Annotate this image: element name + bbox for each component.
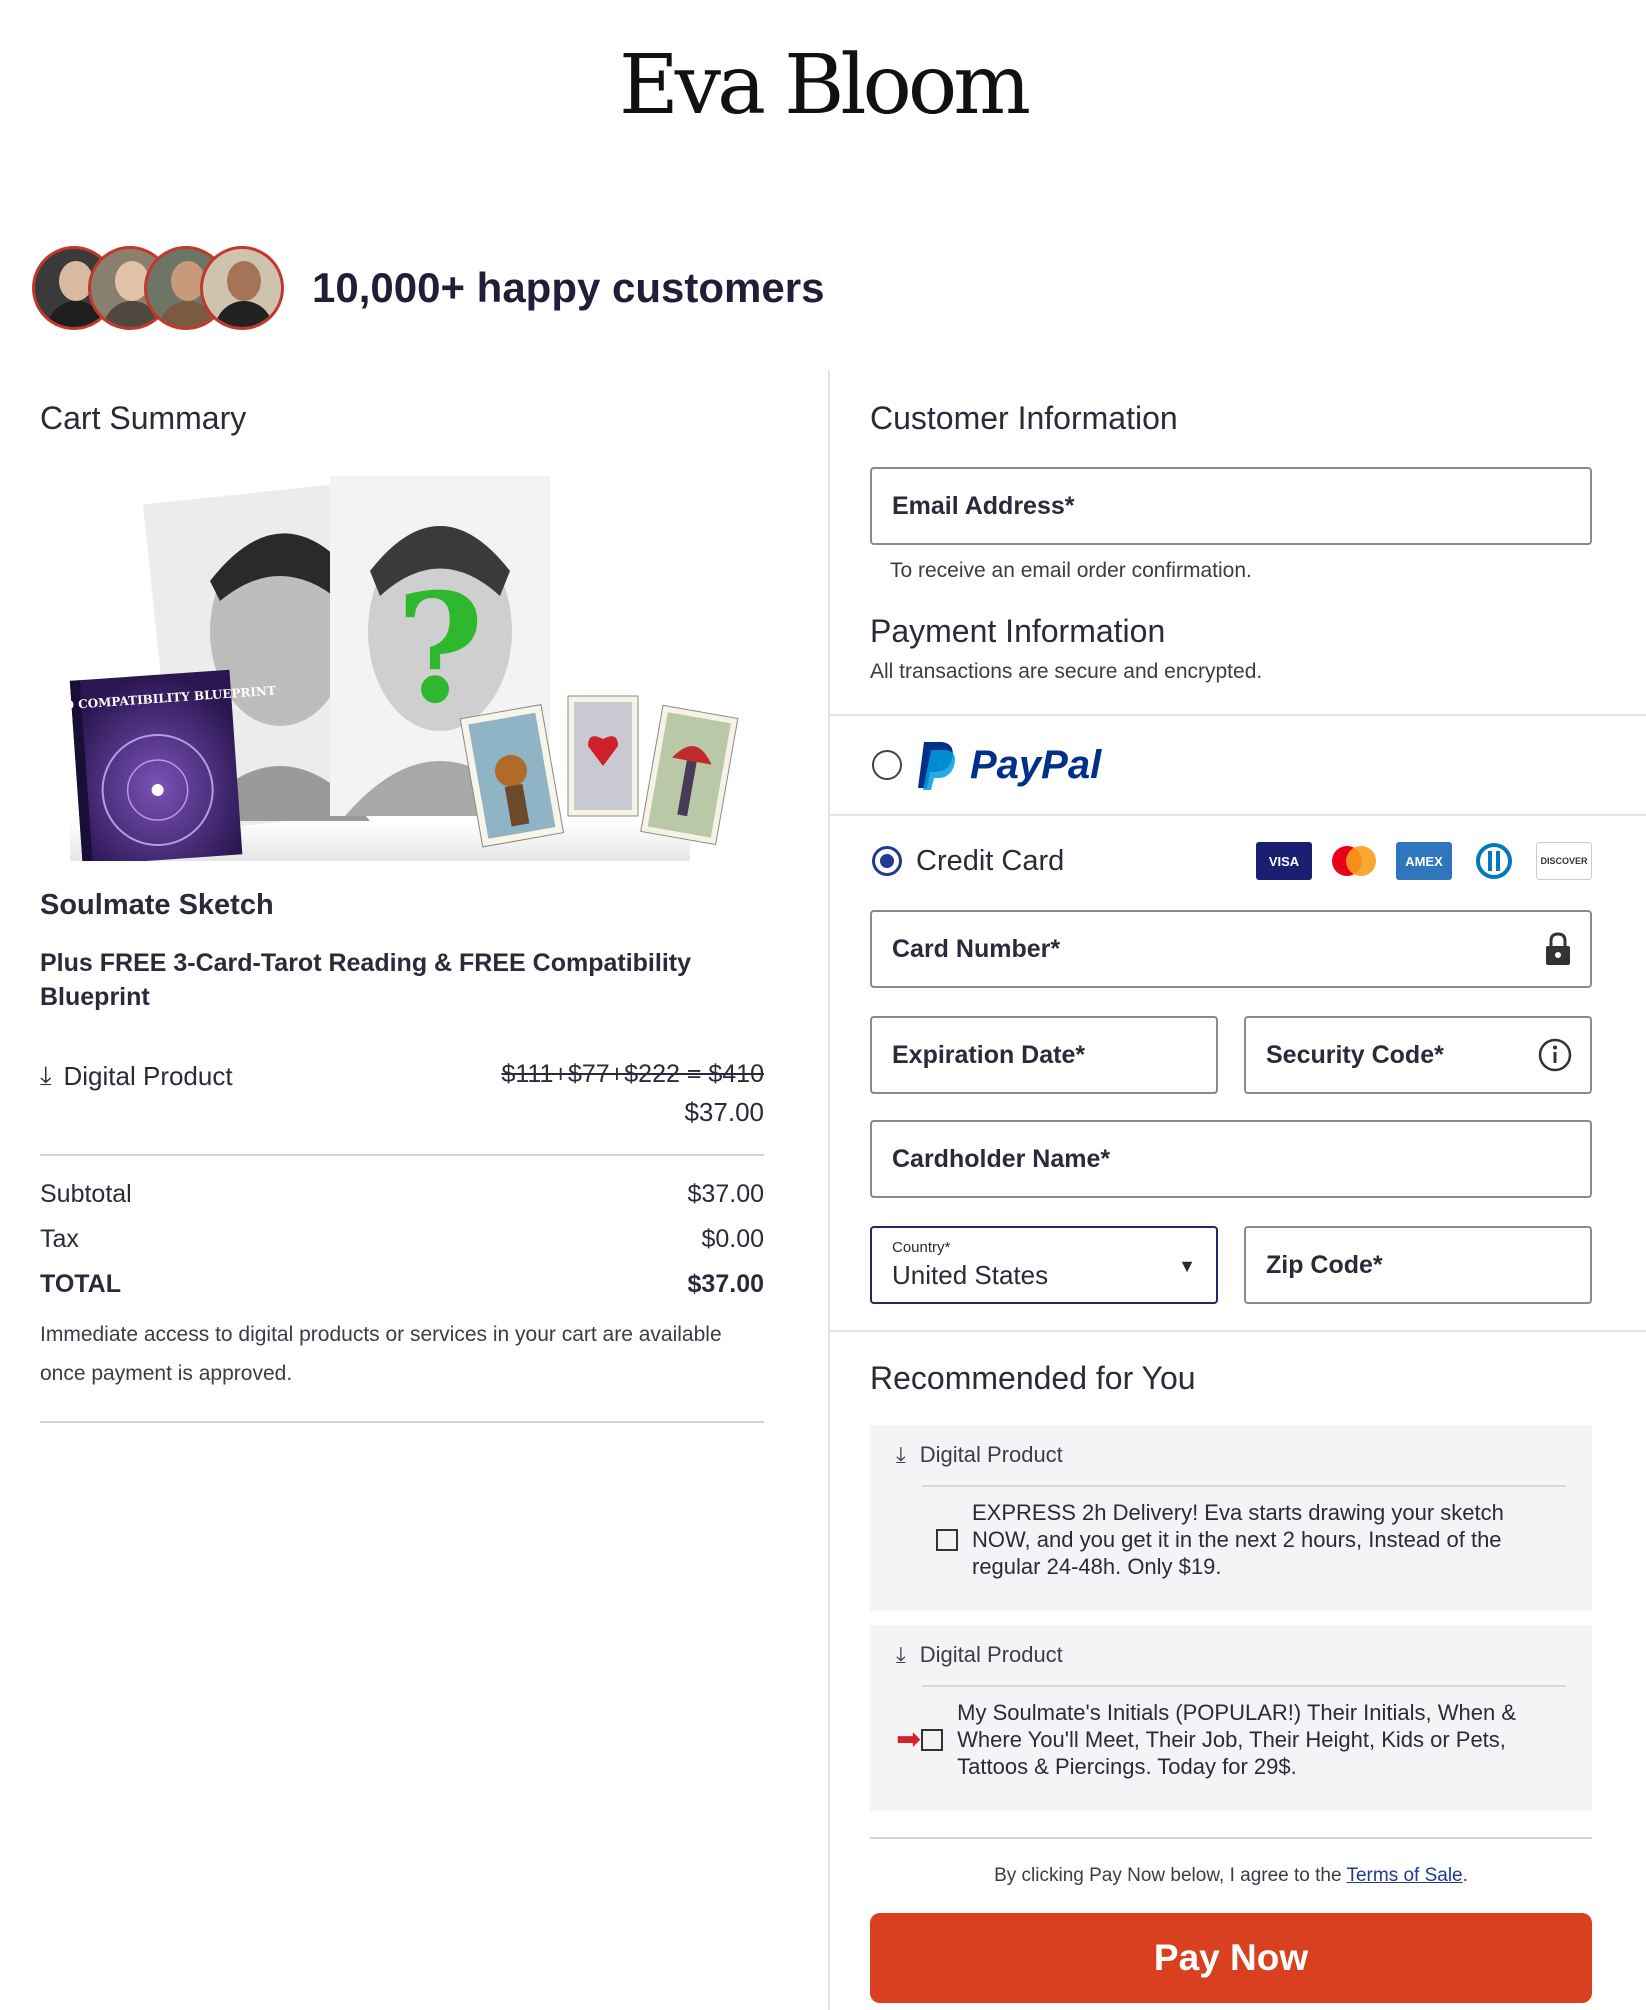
brand-logo: Eva Bloom [618,38,1031,133]
diners-icon [1466,842,1522,880]
product-name: Soulmate Sketch [40,889,274,921]
info-icon[interactable] [1538,1038,1572,1072]
divider [870,1837,1592,1839]
product-image: ? ASTRO COMPATIBILITY BLUEPRINT [25,461,746,866]
country-value: United States [892,1260,1049,1290]
column-divider [828,370,830,2010]
arrow-right-icon: ➡ [896,1723,922,1756]
paypal-label-text: PayPal [970,742,1102,787]
subtotal-value: $37.00 [687,1180,764,1208]
product-subtitle: Plus FREE 3-Card-Tarot Reading & FREE Co… [40,949,691,1011]
soulmate-initials-text: My Soulmate's Initials (POPULAR!) Their … [957,1700,1517,1779]
agree-text: By clicking Pay Now below, I agree to th… [994,1865,1347,1886]
total-value: $37.00 [687,1270,764,1298]
payment-secure-note: All transactions are secure and encrypte… [870,660,1263,683]
recommended-item: ⤓ Digital Product ➡ My Soulmate's Initia… [870,1625,1592,1811]
tax-label: Tax [40,1225,79,1253]
cardholder-name-field[interactable]: Cardholder Name* [870,1120,1592,1198]
social-proof-text: 10,000+ happy customers [312,264,825,311]
recommended-item: ⤓ Digital Product EXPRESS 2h Delivery! E… [870,1425,1592,1611]
express-delivery-checkbox[interactable] [936,1528,958,1551]
chevron-down-icon: ▼ [1178,1256,1196,1276]
card-brands: VISA AMEX DISCOVER [1256,842,1592,880]
credit-card-label: Credit Card [916,844,1065,877]
access-note: Immediate access to digital products or … [40,1323,722,1385]
original-price: $111+$77+$222 = $410 [501,1060,764,1088]
country-select[interactable]: Country* United States ▼ [870,1226,1218,1304]
card-number-field[interactable]: Card Number* [870,910,1592,988]
line-item-price: $37.00 [684,1097,764,1127]
product-type: Digital Product [63,1060,233,1091]
zip-code-field[interactable]: Zip Code* [1244,1226,1592,1304]
discover-icon: DISCOVER [1536,842,1592,880]
svg-text:?: ? [396,561,484,737]
cart-summary-title: Cart Summary [40,400,247,436]
terms-of-sale-link[interactable]: Terms of Sale [1346,1865,1462,1886]
paypal-radio[interactable] [872,750,902,780]
recommended-item-type: Digital Product [919,1442,1063,1467]
soulmate-initials-checkbox[interactable] [921,1728,944,1751]
download-icon: ⤓ [896,1642,906,1667]
lock-icon [1546,932,1570,965]
amex-icon: AMEX [1396,842,1452,880]
expiration-label: Expiration Date* [892,1040,1086,1069]
product-illustration: ? ASTRO COMPATIBILITY BLUEPRINT [25,476,739,866]
subtotal-label: Subtotal [40,1180,132,1208]
cart-summary: Cart Summary ? ASTRO COMPATIBILITY BLUEP… [25,400,764,1423]
country-label: Country* [892,1239,951,1256]
checkout-form: Customer Information Email Address* To r… [870,400,1592,684]
divider [828,1330,1646,1332]
email-helper: To receive an email order confirmation. [890,559,1252,582]
divider [40,1421,764,1423]
divider [828,814,1646,816]
customer-info-title: Customer Information [870,400,1178,436]
mastercard-icon [1326,842,1382,880]
total-label: TOTAL [40,1270,122,1298]
mastercard-circles [1332,846,1376,876]
recommended-section: Recommended for You ⤓ Digital Product EX… [870,1360,1592,2003]
line-item: ⤓ Digital Product $111+$77+$222 = $410 $… [40,1060,764,1128]
recommended-title: Recommended for You [870,1360,1196,1396]
zip-code-label: Zip Code* [1266,1250,1383,1279]
download-icon: ⤓ [896,1442,906,1467]
cardholder-label: Cardholder Name* [892,1144,1111,1173]
email-label: Email Address* [892,491,1075,520]
credit-card-option[interactable]: Credit Card VISA AMEX DISCOVER [872,842,1592,880]
card-form: Card Number* Expiration Date* Security C… [870,910,1592,1304]
pay-now-button[interactable]: Pay Now [870,1913,1592,2003]
agree-suffix: . [1462,1865,1468,1886]
recommended-item-type: Digital Product [919,1642,1063,1667]
email-field[interactable]: Email Address* [870,467,1592,545]
expiration-date-field[interactable]: Expiration Date* [870,1016,1218,1094]
divider [40,1154,764,1156]
security-code-label: Security Code* [1266,1040,1444,1069]
payment-info-title: Payment Information [870,613,1166,649]
avatar [200,246,284,330]
download-icon: ⤓ [40,1060,52,1090]
social-proof: 10,000+ happy customers [32,246,824,330]
customer-avatars [32,246,284,330]
paypal-icon [918,742,955,790]
security-code-field[interactable]: Security Code* [1244,1016,1592,1094]
card-number-label: Card Number* [892,934,1061,963]
totals: Subtotal $37.00 Tax $0.00 TOTAL $37.00 [40,1180,764,1299]
divider [828,714,1646,716]
credit-card-radio[interactable] [872,846,902,876]
tax-value: $0.00 [701,1225,764,1253]
paypal-label: PayPal [970,743,1101,788]
terms-agreement: By clicking Pay Now below, I agree to th… [870,1865,1592,1887]
express-delivery-text: EXPRESS 2h Delivery! Eva starts drawing … [972,1500,1504,1579]
diners-circle [1476,843,1512,879]
paypal-option[interactable]: PayPal [872,740,1592,790]
visa-icon: VISA [1256,842,1312,880]
